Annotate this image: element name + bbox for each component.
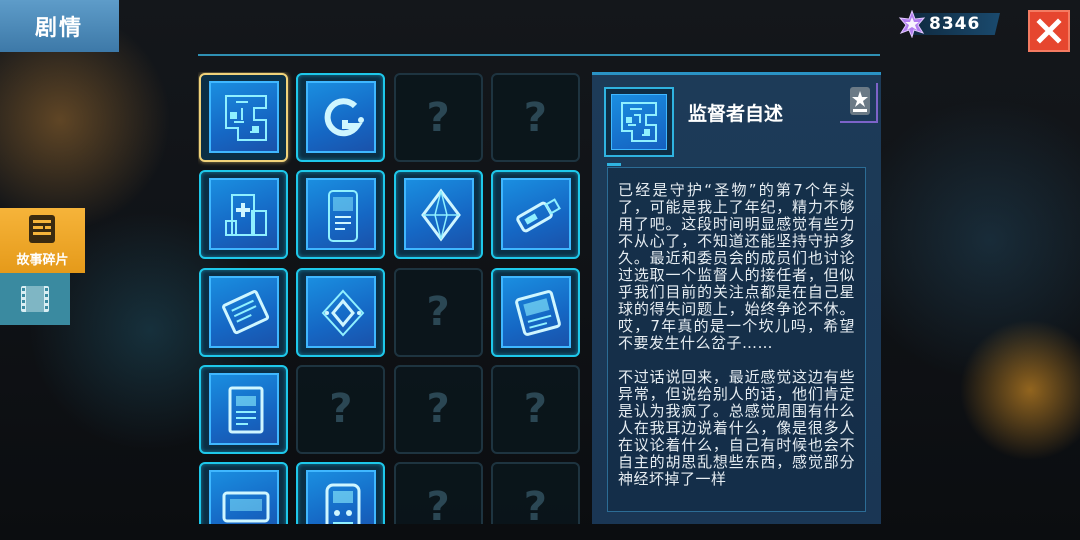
robot-device-icon [306, 470, 377, 524]
console-icon [209, 470, 279, 524]
fragment-slot[interactable] [296, 73, 386, 162]
locked-fragment-slot[interactable]: ? [393, 267, 483, 357]
tab-story-fragments[interactable]: 故事碎片 [0, 208, 85, 273]
locked-question-mark: ? [426, 386, 450, 433]
fragment-slot[interactable] [199, 73, 288, 162]
detail-item-frame [604, 87, 674, 157]
locked-fragment-slot[interactable]: ? [393, 462, 483, 524]
fragment-slot[interactable] [393, 170, 483, 260]
fragment-slot[interactable] [296, 267, 386, 357]
fragment-slot[interactable] [199, 267, 288, 357]
locked-question-mark: ? [523, 94, 547, 141]
fragment-slot[interactable] [199, 170, 288, 260]
locked-fragment-slot[interactable]: ? [490, 364, 580, 454]
locked-question-mark: ? [523, 386, 547, 433]
story-paragraph-1: 已经是守护“圣物”的第7个年头了，可能是我上了年纪，精力不够用了吧。这段时间明显… [618, 181, 855, 352]
fragment-slot[interactable] [296, 462, 386, 524]
story-fragment-icon [28, 214, 56, 248]
film-strip-icon [21, 286, 49, 312]
fragment-slot[interactable] [296, 170, 386, 260]
tab-story-fragments-label: 故事碎片 [16, 253, 69, 268]
locked-question-mark: ? [426, 94, 450, 141]
purple-star-gem-icon [898, 9, 926, 39]
data-core-icon [306, 275, 377, 348]
fragment-slot[interactable] [490, 267, 580, 357]
locked-question-mark: ? [426, 483, 450, 524]
fragment-slot[interactable] [199, 462, 288, 524]
circuit-board-icon [209, 81, 279, 153]
locked-fragment-slot[interactable]: ? [490, 462, 580, 524]
locked-fragment-slot[interactable]: ? [393, 364, 483, 454]
locked-question-mark: ? [329, 386, 353, 433]
fragment-grid: ???????? [198, 72, 580, 524]
currency-amount: 8346 [929, 14, 981, 34]
page-title: 剧情 [0, 0, 119, 52]
locked-question-mark: ? [426, 289, 450, 336]
g-logo-icon [306, 81, 377, 153]
close-button[interactable] [1028, 10, 1070, 52]
locked-fragment-slot[interactable]: ? [490, 73, 580, 162]
detail-title: 监督者自述 [688, 103, 784, 125]
notebook-icon [500, 275, 571, 348]
circuit-board-icon [611, 94, 667, 150]
book-icon [209, 275, 279, 348]
currency-display: 8346 [898, 9, 1000, 39]
locked-fragment-slot[interactable]: ? [393, 73, 483, 162]
locked-fragment-slot[interactable]: ? [296, 364, 386, 454]
header-divider [198, 54, 880, 56]
detail-panel: 监督者自述 已经是守护“圣物”的第7个年头了，可能是我上了年纪，精力不够用了吧。… [592, 72, 881, 524]
terminal-device-icon [306, 178, 377, 251]
medical-device-icon [209, 178, 279, 251]
fragment-slot[interactable] [490, 170, 580, 260]
crystal-icon [403, 178, 474, 251]
text-scroll-indicator [607, 163, 621, 166]
locked-question-mark: ? [523, 483, 547, 524]
fragment-slot[interactable] [199, 364, 288, 454]
usb-drive-icon [500, 178, 571, 251]
story-text-box[interactable]: 已经是守护“圣物”的第7个年头了，可能是我上了年纪，精力不够用了吧。这段时间明显… [607, 167, 866, 512]
story-paragraph-2: 不过话说回来，最近感觉这边有些异常，但说给别人的话，他们肯定是认为我疯了。总感觉… [618, 368, 855, 488]
close-icon [1036, 18, 1062, 44]
manual-icon [209, 372, 279, 445]
tab-film[interactable] [0, 273, 70, 325]
star-badge-icon[interactable] [850, 87, 870, 115]
